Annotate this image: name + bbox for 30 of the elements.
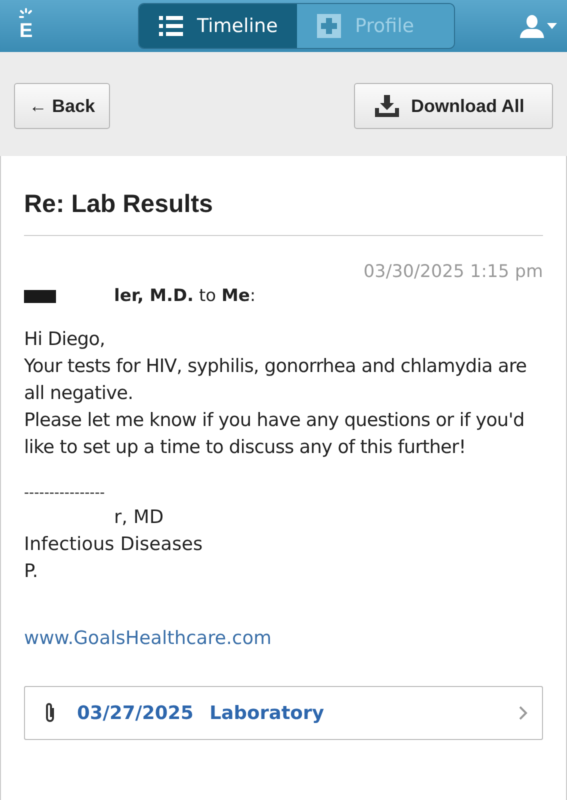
caret-icon	[547, 23, 557, 29]
message-timestamp: 03/30/2025 1:15 pm	[362, 262, 543, 282]
list-icon	[159, 15, 183, 37]
attachment-date: 03/27/2025	[77, 702, 194, 724]
button-label: Download All	[411, 96, 524, 116]
message-paragraph: Your tests for HIV, syphilis, gonorrhea and chlamydia are all negative.	[24, 355, 528, 406]
message-paragraph: Hi Diego,	[24, 328, 106, 352]
attachment-row[interactable]: 03/27/2025 Laboratory	[24, 686, 543, 740]
user-menu[interactable]	[520, 14, 557, 38]
back-button[interactable]: ← Back	[14, 83, 110, 129]
app-logo[interactable]: E	[14, 8, 38, 44]
user-icon	[520, 14, 544, 38]
message-paragraph: Please let me know if you have any questions or if you'd like to set up a time to discuss any of this further!	[24, 409, 526, 460]
nav-tab[interactable]: Timeline	[139, 4, 297, 48]
signature-line: ----------------	[24, 484, 106, 503]
message-subject: Re: Lab Results	[24, 190, 543, 236]
sparkle-icon	[19, 8, 33, 20]
chevron-right-icon	[518, 705, 528, 721]
signature-line: r, MD	[113, 506, 165, 530]
website-link[interactable]: www.GoalsHealthcare.com	[24, 628, 272, 649]
sender-line: ler, M.D. to Me:	[113, 286, 256, 306]
redaction-mark	[24, 290, 56, 302]
logo-letter: E	[19, 20, 33, 42]
signature-line: Infectious Diseases	[24, 533, 204, 557]
paperclip-icon	[43, 701, 57, 725]
signature-line: P.	[24, 560, 40, 584]
medical-cross-icon	[317, 14, 341, 38]
download-all-button[interactable]: Download All	[354, 83, 553, 129]
download-icon	[375, 95, 399, 117]
attachment-label: Laboratory	[210, 702, 324, 724]
